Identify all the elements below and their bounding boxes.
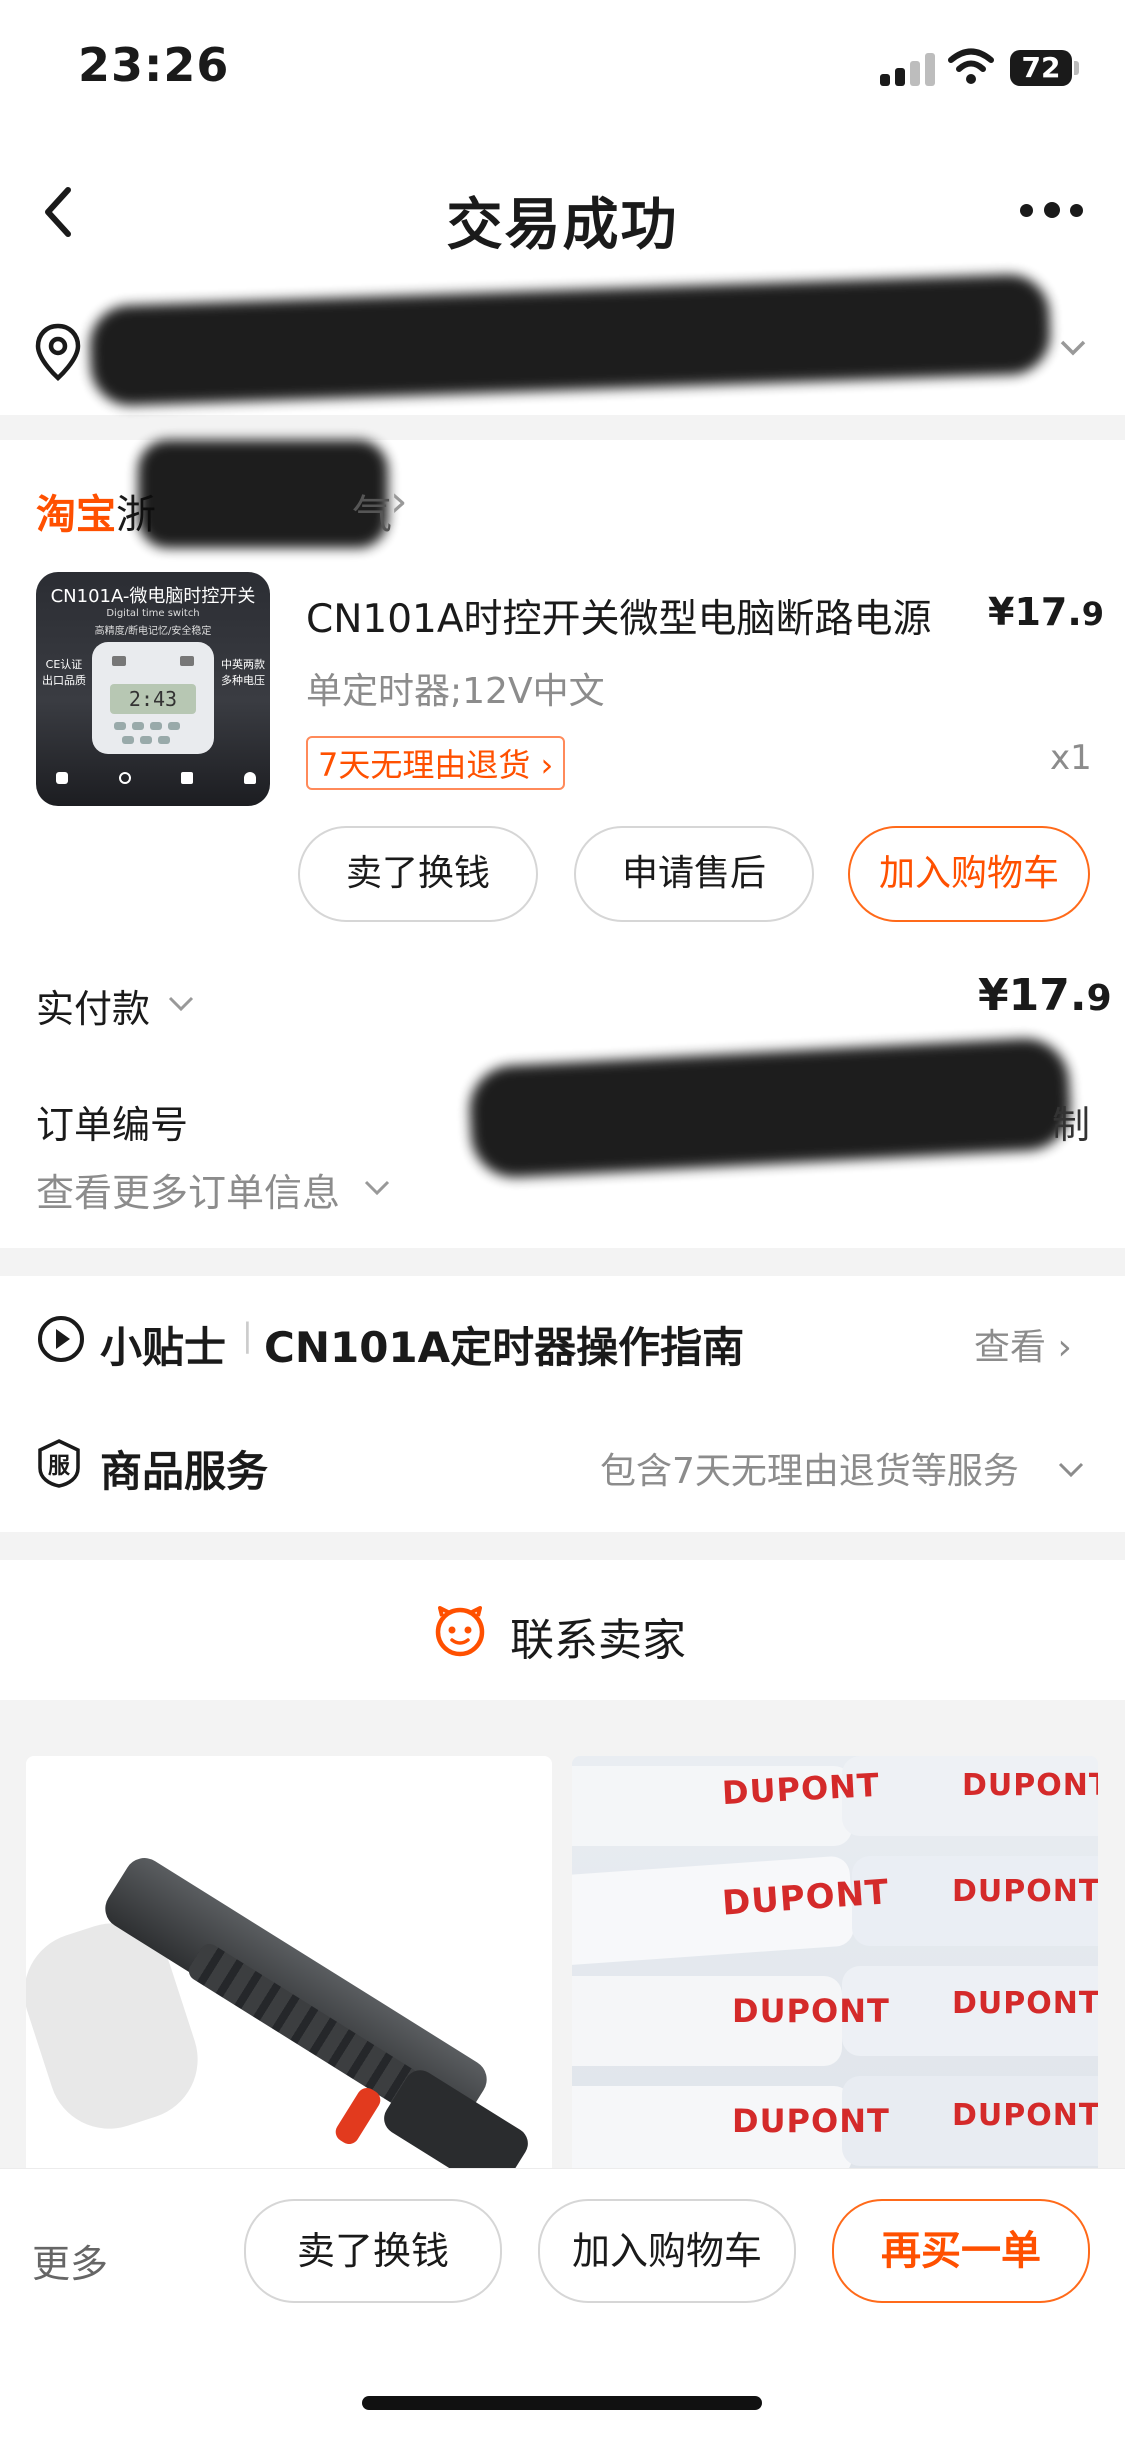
payment-amount-int: ¥17.	[978, 970, 1087, 1021]
store-name-suffix: 气	[352, 492, 392, 538]
taobao-logo-text: 淘宝	[36, 492, 116, 538]
page-title: 交易成功	[446, 193, 679, 258]
nav-bar: 交易成功	[0, 140, 1125, 280]
address-section[interactable]	[0, 273, 1125, 415]
chevron-down-icon	[1060, 340, 1086, 356]
recommend-item-dupont[interactable]: DUPONT DUPONT DUPONT DUPONT DUPONT DUPON…	[572, 1756, 1098, 2168]
service-badge-icon: 服	[36, 1438, 82, 1488]
product-image-left-badge: CE认证 出口品质	[42, 658, 86, 687]
order-number-redaction	[467, 1036, 1073, 1180]
bottom-add-to-cart-button[interactable]: 加入购物车	[538, 2199, 796, 2303]
dupont-logo: DUPONT	[952, 1874, 1098, 1909]
dupont-bags-product-image: DUPONT DUPONT DUPONT DUPONT DUPONT DUPON…	[572, 1756, 1098, 2168]
tips-separator: |	[242, 1316, 253, 1354]
contact-seller-label: 联系卖家	[510, 1615, 686, 1666]
tips-service-card: 小贴士 | CN101A定时器操作指南 查看 › 服 商品服务 包含7天无理由退…	[0, 1276, 1125, 1532]
dupont-logo: DUPONT	[732, 2102, 890, 2140]
copy-order-number-button[interactable]: 制	[1052, 1094, 1090, 1149]
home-indicator[interactable]	[362, 2396, 762, 2410]
battery-indicator: 72	[1010, 50, 1072, 86]
order-number-label: 订单编号	[36, 1103, 189, 1147]
tips-row[interactable]: 小贴士 | CN101A定时器操作指南 查看 ›	[0, 1276, 1125, 1402]
product-feature-icons	[56, 772, 256, 790]
product-image-right-badge: 中英两款 多种电压	[221, 658, 265, 687]
contact-seller-card[interactable]: 联系卖家	[0, 1560, 1125, 1700]
chevron-down-icon	[168, 996, 194, 1012]
rebuy-button[interactable]: 再买一单	[832, 2199, 1090, 2303]
payment-label[interactable]: 实付款	[36, 978, 150, 1033]
dupont-logo: DUPONT	[962, 1768, 1098, 1803]
bottom-sell-button[interactable]: 卖了换钱	[244, 2199, 502, 2303]
product-image-subtitle: Digital time switch	[106, 608, 200, 619]
product-image[interactable]: CN101A-微电脑时控开关 Digital time switch 高精度/断…	[36, 572, 270, 806]
location-pin-icon	[35, 323, 81, 382]
tips-label: 小贴士	[100, 1323, 227, 1372]
wifi-icon	[948, 48, 994, 84]
tips-content: CN101A定时器操作指南	[264, 1323, 745, 1372]
status-bar: 23:26 72	[0, 0, 1125, 140]
more-order-info[interactable]: 查看更多订单信息	[36, 1162, 340, 1217]
service-row[interactable]: 服 商品服务 包含7天无理由退货等服务	[0, 1402, 1125, 1532]
connector-product-image	[26, 1756, 552, 2168]
product-quantity: x1	[1050, 738, 1092, 778]
product-price: ¥17.9	[988, 590, 1104, 634]
chevron-down-icon	[364, 1180, 390, 1196]
dupont-logo: DUPONT	[732, 1992, 890, 2030]
chevron-down-icon	[1058, 1462, 1084, 1478]
product-price-int: ¥17.	[988, 590, 1082, 634]
store-name-redaction	[138, 440, 388, 548]
payment-amount-dec: 9	[1086, 978, 1112, 1019]
seller-face-icon	[435, 1606, 485, 1657]
timer-device: 2:43	[92, 642, 214, 754]
dupont-logo: DUPONT	[952, 1986, 1098, 2021]
product-image-header: CN101A-微电脑时控开关	[50, 586, 256, 607]
battery-cap	[1074, 61, 1079, 75]
store-chevron: ›	[390, 476, 408, 527]
sell-button[interactable]: 卖了换钱	[298, 826, 538, 922]
product-price-dec: 9	[1081, 595, 1105, 633]
play-circle-icon	[38, 1316, 84, 1362]
product-spec: 单定时器;12V中文	[306, 671, 605, 712]
signal-icon	[880, 52, 936, 86]
dupont-logo: DUPONT	[952, 2098, 1098, 2133]
return-policy-tag[interactable]: 7天无理由退货 ›	[306, 736, 566, 790]
add-to-cart-button[interactable]: 加入购物车	[848, 826, 1090, 922]
product-image-subtitle-2: 高精度/断电记忆/安全稳定	[94, 626, 212, 637]
recommend-item-connector[interactable]	[26, 1756, 552, 2168]
address-redaction	[88, 273, 1052, 407]
product-title[interactable]: CN101A时控开关微型电脑断路电源	[306, 588, 932, 644]
order-card: 淘宝浙 气 › CN101A-微电脑时控开关 Digital time swit…	[0, 440, 1125, 1248]
more-dots-icon[interactable]	[1020, 202, 1084, 220]
service-detail: 包含7天无理由退货等服务	[600, 1451, 1019, 1492]
apply-after-sale-button[interactable]: 申请售后	[574, 826, 814, 922]
timer-lcd: 2:43	[110, 684, 196, 714]
service-label: 商品服务	[100, 1447, 269, 1496]
more-actions-button[interactable]: 更多	[32, 2233, 108, 2288]
status-time: 23:26	[78, 38, 230, 92]
tips-view-link[interactable]: 查看 ›	[974, 1318, 1072, 1370]
payment-amount: ¥17.9	[978, 970, 1112, 1021]
